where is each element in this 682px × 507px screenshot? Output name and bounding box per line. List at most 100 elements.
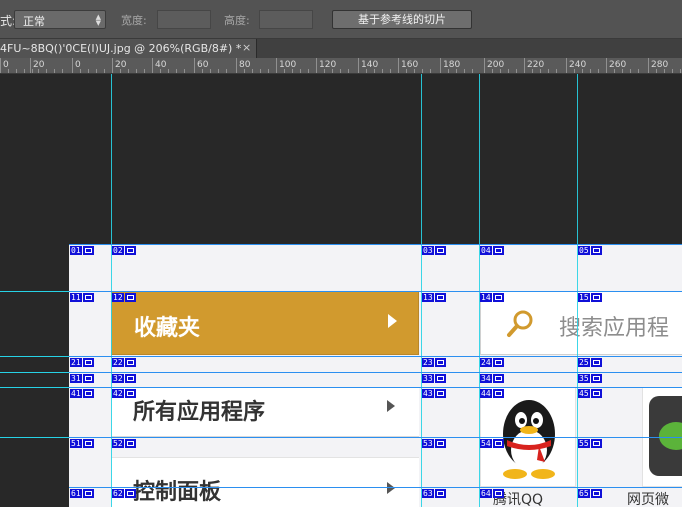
- slice-badge[interactable]: 02: [112, 246, 136, 255]
- ruler-minor-tick: [508, 69, 509, 73]
- slice-badge[interactable]: 35: [578, 374, 602, 383]
- close-icon[interactable]: ×: [242, 41, 251, 54]
- slice-badge[interactable]: 52: [112, 439, 136, 448]
- slice-badge[interactable]: 22: [112, 358, 136, 367]
- height-label: 高度:: [224, 14, 250, 27]
- ruler-minor-tick: [374, 69, 375, 73]
- width-field[interactable]: [157, 10, 211, 29]
- ruler-minor-tick: [672, 69, 673, 73]
- slice-badge[interactable]: 34: [480, 374, 504, 383]
- slice-badge[interactable]: 15: [578, 293, 602, 302]
- slice-badge[interactable]: 44: [480, 389, 504, 398]
- document-tab[interactable]: 4FU~8BQ()'0CE(I)UJ.jpg @ 206%(RGB/8#) * …: [0, 39, 257, 58]
- ruler-minor-tick: [556, 69, 557, 73]
- slice-number: 34: [480, 374, 492, 383]
- favorites-menu-item[interactable]: 收藏夹: [111, 291, 419, 355]
- ruler-minor-tick: [292, 69, 293, 73]
- horizontal-ruler[interactable]: 0 20 0 20 40 60 80 100 120 140 160 180 200 220 240 260 2…: [0, 58, 682, 74]
- image-slice-icon: [124, 389, 136, 398]
- slice-badge[interactable]: 63: [422, 489, 446, 498]
- ruler-minor-tick: [630, 69, 631, 73]
- slice-badge[interactable]: 33: [422, 374, 446, 383]
- chevron-right-icon: [388, 314, 397, 328]
- slice-badge[interactable]: 31: [70, 374, 94, 383]
- ruler-minor-tick: [414, 69, 415, 73]
- slice-badge[interactable]: 21: [70, 358, 94, 367]
- slice-number: 35: [578, 374, 590, 383]
- slice-number: 65: [578, 489, 590, 498]
- wechat-icon: [649, 396, 682, 476]
- slice-number: 62: [112, 489, 124, 498]
- slice-badge[interactable]: 23: [422, 358, 446, 367]
- ruler-minor-tick: [54, 69, 55, 73]
- slice-boundary: [69, 487, 682, 488]
- ruler-minor-tick: [308, 69, 309, 73]
- wechat-label: 网页微: [627, 492, 669, 507]
- ruler-minor-tick: [622, 69, 623, 73]
- ruler-minor-tick: [226, 69, 227, 73]
- ruler-major-tick: [72, 58, 73, 73]
- image-slice-icon: [124, 358, 136, 367]
- image-slice-icon: [590, 246, 602, 255]
- slice-badge[interactable]: 12: [112, 293, 136, 302]
- slice-badge[interactable]: 65: [578, 489, 602, 498]
- slices-from-guides-button[interactable]: 基于参考线的切片: [332, 10, 472, 29]
- style-select[interactable]: 正常 ▲ ▼: [14, 10, 106, 29]
- ruler-label: 280: [651, 60, 669, 70]
- canvas-area[interactable]: 收藏夹 所有应用程序 控制面板 搜索应用程 腾讯QQ 网页微 01 02 03 …: [0, 74, 682, 507]
- all-apps-label: 所有应用程序: [133, 399, 266, 425]
- ruler-major-tick: [30, 58, 31, 73]
- image-slice-icon: [124, 439, 136, 448]
- slice-number: 42: [112, 389, 124, 398]
- height-field[interactable]: [259, 10, 313, 29]
- ruler-minor-tick: [96, 69, 97, 73]
- slice-badge[interactable]: 13: [422, 293, 446, 302]
- ruler-major-tick: [316, 58, 317, 73]
- ruler-minor-tick: [210, 69, 211, 73]
- slice-badge[interactable]: 62: [112, 489, 136, 498]
- slice-badge[interactable]: 61: [70, 489, 94, 498]
- slice-number: 22: [112, 358, 124, 367]
- slice-number: 53: [422, 439, 434, 448]
- ruler-minor-tick: [430, 69, 431, 73]
- slice-badge[interactable]: 03: [422, 246, 446, 255]
- slice-badge[interactable]: 51: [70, 439, 94, 448]
- ruler-label: 120: [319, 60, 337, 70]
- slice-badge[interactable]: 32: [112, 374, 136, 383]
- width-label: 宽度:: [121, 14, 147, 27]
- slice-badge[interactable]: 45: [578, 389, 602, 398]
- image-slice-icon: [124, 489, 136, 498]
- slice-badge[interactable]: 24: [480, 358, 504, 367]
- ruler-minor-tick: [366, 69, 367, 73]
- search-icon: [507, 310, 533, 337]
- slice-badge[interactable]: 04: [480, 246, 504, 255]
- slice-badge[interactable]: 42: [112, 389, 136, 398]
- slice-badge[interactable]: 53: [422, 439, 446, 448]
- slice-boundary: [69, 372, 682, 373]
- slice-badge[interactable]: 55: [578, 439, 602, 448]
- image-slice-icon: [82, 439, 94, 448]
- slice-badge[interactable]: 11: [70, 293, 94, 302]
- slice-number: 44: [480, 389, 492, 398]
- ruler-minor-tick: [638, 69, 639, 73]
- slice-badge[interactable]: 54: [480, 439, 504, 448]
- slice-badge[interactable]: 64: [480, 489, 504, 498]
- slice-badge[interactable]: 43: [422, 389, 446, 398]
- slice-boundary: [69, 291, 682, 292]
- slice-badge[interactable]: 05: [578, 246, 602, 255]
- slice-badge[interactable]: 14: [480, 293, 504, 302]
- ruler-minor-tick: [664, 69, 665, 73]
- ruler-minor-tick: [80, 69, 81, 73]
- slice-number: 25: [578, 358, 590, 367]
- ruler-minor-tick: [598, 69, 599, 73]
- slice-badge[interactable]: 41: [70, 389, 94, 398]
- ruler-minor-tick: [184, 69, 185, 73]
- control-panel-menu-item[interactable]: 控制面板: [111, 457, 419, 507]
- slice-number: 01: [70, 246, 82, 255]
- all-apps-menu-item[interactable]: 所有应用程序: [111, 387, 419, 437]
- ruler-major-tick: [606, 58, 607, 73]
- slice-number: 64: [480, 489, 492, 498]
- slice-badge[interactable]: 25: [578, 358, 602, 367]
- slice-badge[interactable]: 01: [70, 246, 94, 255]
- image-slice-icon: [82, 489, 94, 498]
